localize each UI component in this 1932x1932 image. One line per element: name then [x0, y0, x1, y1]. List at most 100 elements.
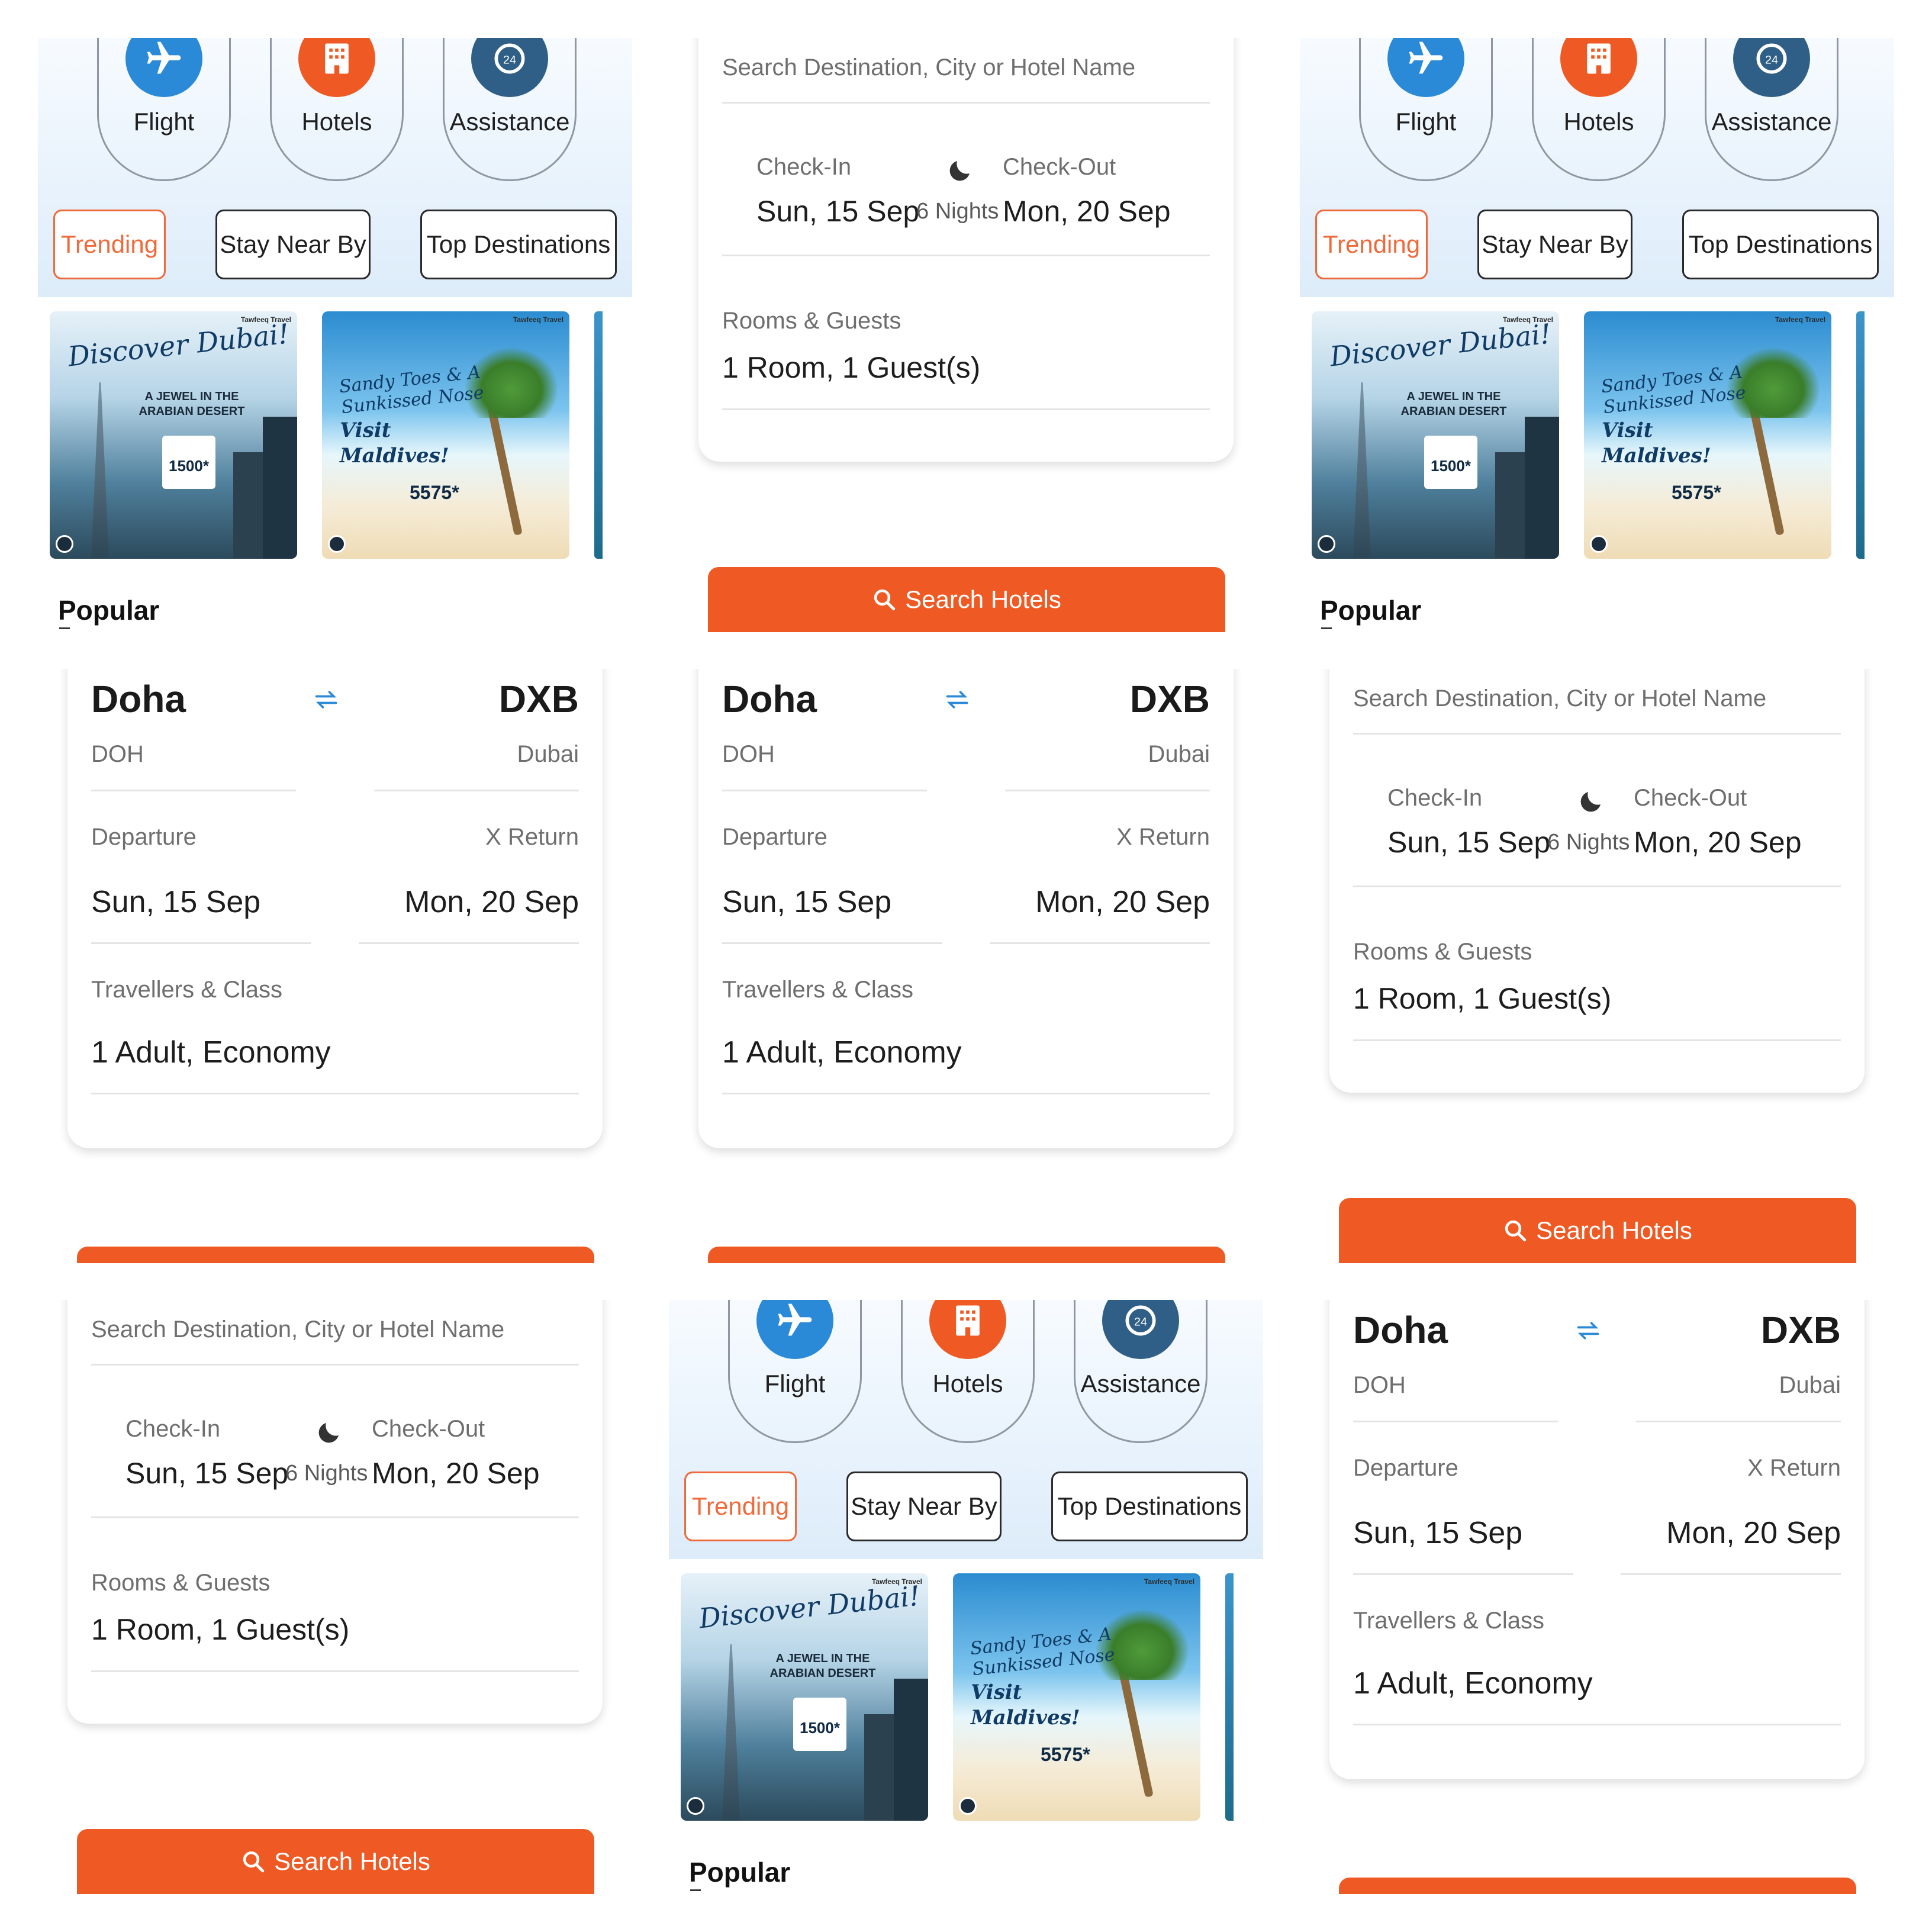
category-assistance[interactable]: 24 Assistance: [1705, 38, 1838, 181]
category-assistance[interactable]: 24 Assistance: [1074, 1300, 1208, 1443]
moon-icon: [949, 161, 970, 181]
contact-24-badge-icon: [687, 1797, 704, 1815]
search-hotels-button[interactable]: Search Hotels: [77, 1829, 594, 1894]
chip-trending[interactable]: Trending: [684, 1471, 797, 1541]
destination-search-input[interactable]: Search Destination, City or Hotel Name: [91, 1316, 504, 1343]
swap-icon[interactable]: [942, 687, 972, 713]
chip-top-destinations[interactable]: Top Destinations: [1682, 210, 1879, 279]
search-hotels-button[interactable]: Search Hotels: [1339, 1198, 1856, 1263]
checkout-date[interactable]: Mon, 20 Sep: [372, 1456, 540, 1490]
categories-screen-3: Flight Hotels 24 Assistance Trending Sta…: [669, 1300, 1263, 1894]
category-flight[interactable]: Flight: [97, 38, 231, 181]
checkout-label: Check-Out: [372, 1416, 485, 1442]
from-city[interactable]: Doha: [722, 677, 817, 721]
hotel-form-screen-3: Search Destination, City or Hotel Name C…: [38, 1300, 632, 1894]
search-button-edge[interactable]: [1339, 1878, 1856, 1894]
rooms-guests-value[interactable]: 1 Room, 1 Guest(s): [1353, 981, 1611, 1016]
search-hotels-button[interactable]: Search Hotels: [708, 567, 1225, 632]
promo-card-peek[interactable]: [1225, 1573, 1234, 1821]
destination-search-input[interactable]: Search Destination, City or Hotel Name: [1353, 685, 1766, 712]
search-icon: [874, 589, 896, 611]
return-date[interactable]: Mon, 20 Sep: [1035, 884, 1210, 920]
category-flight[interactable]: Flight: [728, 1300, 862, 1443]
search-button-edge[interactable]: [708, 1247, 1225, 1263]
promo-card-maldives[interactable]: Sandy Toes & A Sunkissed Nose Visit Mald…: [322, 311, 569, 559]
return-label[interactable]: X Return: [1116, 824, 1210, 851]
divider: [1636, 1421, 1841, 1422]
category-hotels[interactable]: Hotels: [1532, 38, 1666, 181]
destination-search-input[interactable]: Search Destination, City or Hotel Name: [722, 54, 1135, 81]
return-date[interactable]: Mon, 20 Sep: [1666, 1515, 1841, 1551]
to-code[interactable]: DXB: [499, 677, 579, 721]
category-label: Assistance: [1711, 108, 1832, 136]
promo-title: Discover Dubai!: [66, 317, 291, 373]
chip-trending[interactable]: Trending: [53, 210, 166, 279]
travellers-value[interactable]: 1 Adult, Economy: [91, 1035, 331, 1070]
checkin-date[interactable]: Sun, 15 Sep: [756, 194, 919, 228]
category-label: Flight: [1395, 108, 1457, 136]
to-code[interactable]: DXB: [1130, 677, 1210, 721]
search-hotels-label: Search Hotels: [1536, 1216, 1692, 1244]
return-label[interactable]: X Return: [485, 824, 579, 851]
chip-stay-near-by[interactable]: Stay Near By: [1477, 210, 1632, 279]
burj-khalifa-graphic: [722, 1644, 740, 1821]
category-label: Hotels: [1563, 108, 1634, 136]
promo-brand: Tawfeeq Travel: [1775, 315, 1825, 324]
chip-top-destinations[interactable]: Top Destinations: [1051, 1471, 1248, 1541]
departure-date[interactable]: Sun, 15 Sep: [91, 884, 260, 920]
promo-card-dubai[interactable]: Discover Dubai! A JEWEL IN THE ARABIAN D…: [50, 311, 297, 559]
hotel-search-card: Search Destination, City or Hotel Name C…: [67, 1300, 603, 1724]
promo-card-maldives[interactable]: Sandy Toes & A Sunkissed Nose Visit Mald…: [1584, 311, 1831, 559]
promo-card-dubai[interactable]: Discover Dubai! A JEWEL IN THE ARABIAN D…: [1312, 311, 1559, 559]
departure-date[interactable]: Sun, 15 Sep: [1353, 1515, 1522, 1551]
swap-icon[interactable]: [1573, 1318, 1603, 1344]
chip-top-destinations[interactable]: Top Destinations: [420, 210, 617, 279]
chip-stay-near-by[interactable]: Stay Near By: [215, 210, 371, 279]
travellers-value[interactable]: 1 Adult, Economy: [1353, 1666, 1593, 1701]
search-icon: [1505, 1220, 1527, 1242]
from-city[interactable]: Doha: [91, 677, 186, 721]
promo-card-peek[interactable]: [1856, 311, 1865, 559]
to-code[interactable]: DXB: [1761, 1308, 1841, 1352]
swap-icon[interactable]: [311, 687, 341, 713]
chip-trending[interactable]: Trending: [1315, 210, 1428, 279]
category-label: Hotels: [932, 1370, 1003, 1398]
return-label[interactable]: X Return: [1747, 1455, 1841, 1482]
travellers-value[interactable]: 1 Adult, Economy: [722, 1035, 962, 1070]
promo-card-maldives[interactable]: Sandy Toes & A Sunkissed Nose Visit Mald…: [953, 1573, 1200, 1821]
contact-24-badge-icon: [1318, 535, 1335, 553]
checkin-date[interactable]: Sun, 15 Sep: [125, 1456, 288, 1490]
checkout-date[interactable]: Mon, 20 Sep: [1003, 194, 1171, 228]
checkin-date[interactable]: Sun, 15 Sep: [1387, 825, 1550, 859]
divider: [91, 1670, 579, 1672]
divider: [1353, 1573, 1573, 1575]
return-date[interactable]: Mon, 20 Sep: [404, 884, 579, 920]
section-underline: [1321, 627, 1332, 629]
category-label: Flight: [133, 108, 195, 136]
category-assistance[interactable]: 24 Assistance: [443, 38, 577, 181]
checkout-date[interactable]: Mon, 20 Sep: [1634, 825, 1802, 859]
nights-count: 6 Nights: [916, 199, 999, 224]
hotel-form-screen-2: Search Destination, City or Hotel Name C…: [1300, 669, 1894, 1263]
hotel-search-card: Search Destination, City or Hotel Name C…: [698, 38, 1234, 462]
from-city[interactable]: Doha: [1353, 1308, 1448, 1352]
checkin-label: Check-In: [1387, 785, 1483, 811]
departure-date[interactable]: Sun, 15 Sep: [722, 884, 891, 920]
divider: [91, 1093, 579, 1094]
rooms-guests-label: Rooms & Guests: [722, 308, 901, 334]
category-label: Assistance: [1080, 1370, 1201, 1398]
flight-form-screen-2: Doha DXB DOH Dubai Departure X Return Su…: [669, 669, 1263, 1263]
rooms-guests-value[interactable]: 1 Room, 1 Guest(s): [722, 350, 980, 385]
category-flight[interactable]: Flight: [1359, 38, 1493, 181]
divider: [1005, 790, 1210, 791]
search-button-edge[interactable]: [77, 1247, 594, 1263]
promo-subtitle: Visit Maldives!: [340, 418, 449, 468]
rooms-guests-value[interactable]: 1 Room, 1 Guest(s): [91, 1612, 349, 1647]
promo-subtitle: A JEWEL IN THE ARABIAN DESERT: [769, 1652, 876, 1680]
promo-subtitle: A JEWEL IN THE ARABIAN DESERT: [1400, 390, 1507, 418]
chip-stay-near-by[interactable]: Stay Near By: [846, 1471, 1002, 1541]
category-hotels[interactable]: Hotels: [901, 1300, 1035, 1443]
promo-card-dubai[interactable]: Discover Dubai! A JEWEL IN THE ARABIAN D…: [681, 1573, 928, 1821]
promo-card-peek[interactable]: [594, 311, 603, 559]
category-hotels[interactable]: Hotels: [270, 38, 404, 181]
